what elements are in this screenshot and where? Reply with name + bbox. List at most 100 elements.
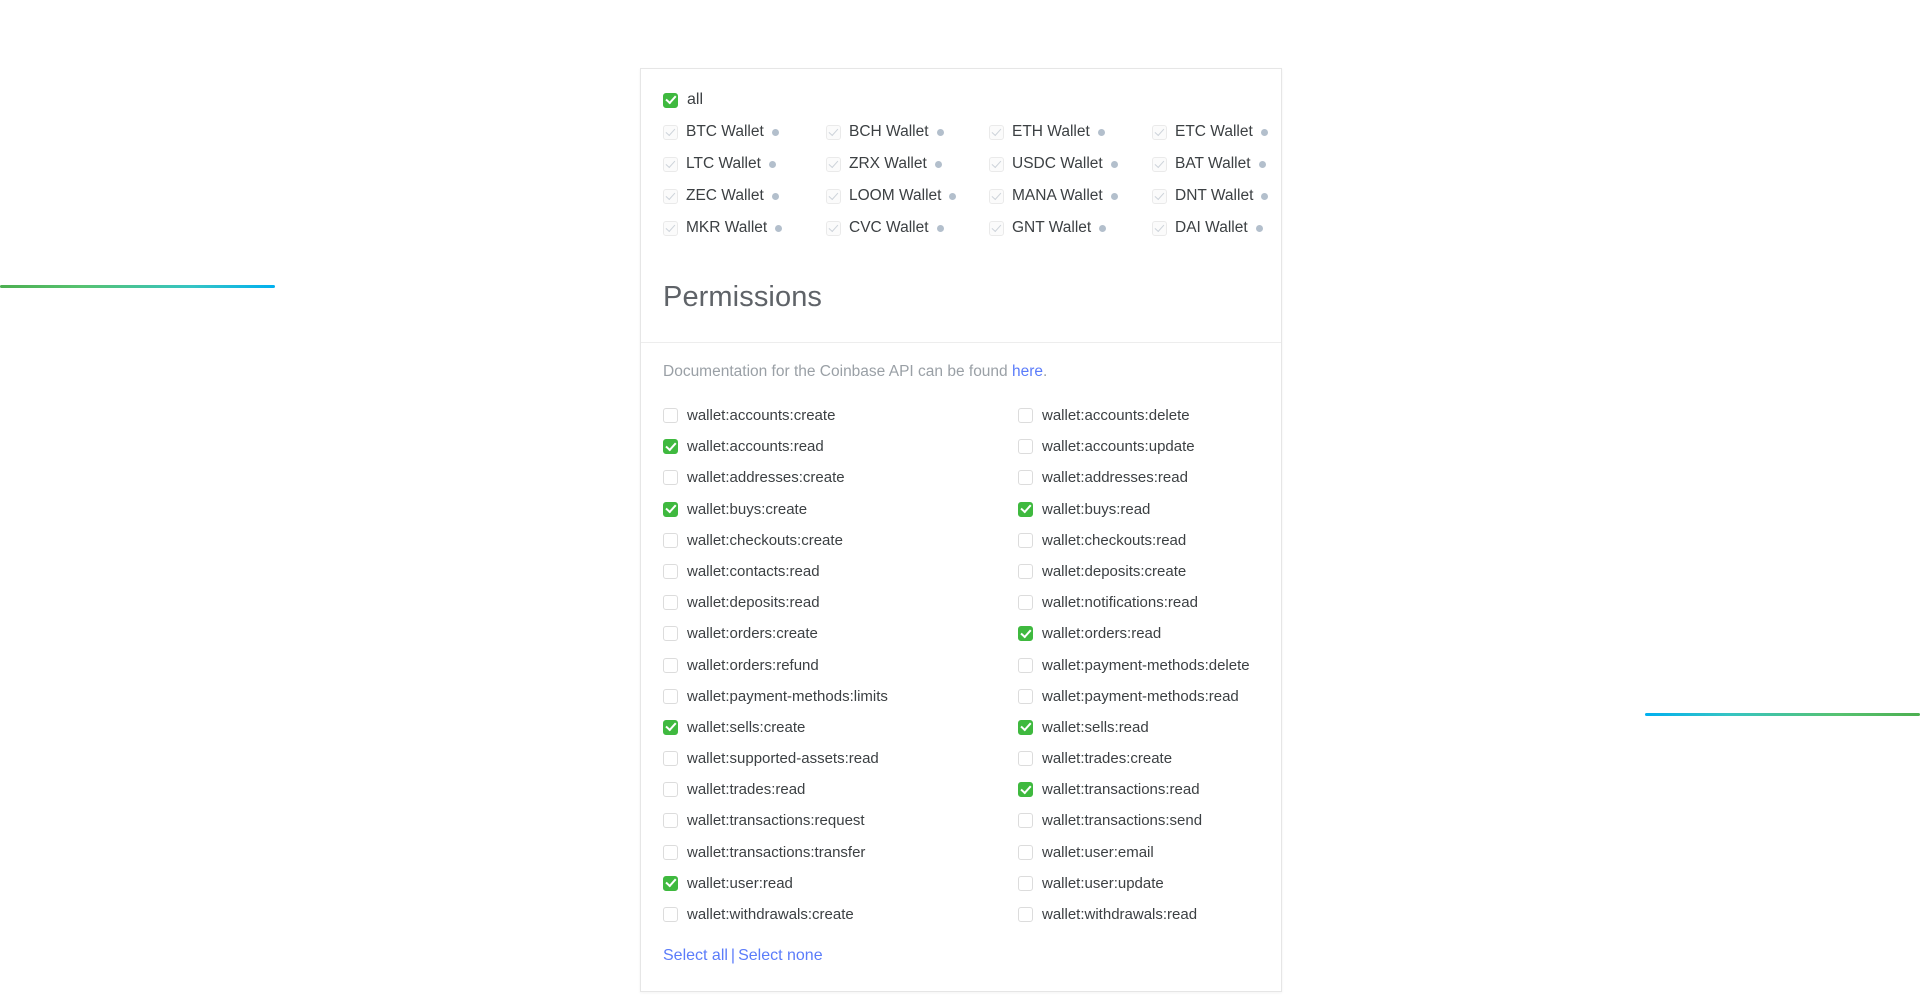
permission-checkbox[interactable] — [663, 563, 678, 579]
permission-item[interactable]: wallet:payment-methods:delete — [1018, 657, 1259, 674]
permission-item[interactable]: wallet:buys:create — [663, 501, 1018, 518]
permission-checkbox[interactable] — [663, 470, 678, 486]
permission-checkbox[interactable] — [1018, 532, 1033, 548]
permission-checkbox[interactable] — [663, 751, 678, 767]
permission-checkbox[interactable] — [663, 782, 678, 798]
permission-item[interactable]: wallet:orders:refund — [663, 657, 1018, 674]
permission-checkbox[interactable] — [1018, 751, 1033, 767]
permission-item[interactable]: wallet:orders:create — [663, 625, 1018, 642]
permission-item[interactable]: wallet:transactions:request — [663, 812, 1018, 829]
permission-checkbox[interactable] — [1018, 719, 1033, 735]
permission-item[interactable]: wallet:payment-methods:read — [1018, 688, 1259, 705]
permission-label: wallet:orders:create — [687, 625, 818, 643]
permission-item[interactable]: wallet:transactions:read — [1018, 781, 1259, 798]
permission-checkbox[interactable] — [1018, 688, 1033, 704]
permission-checkbox[interactable] — [663, 875, 678, 891]
permission-checkbox[interactable] — [1018, 907, 1033, 922]
permission-label: wallet:sells:create — [687, 718, 806, 736]
permission-checkbox[interactable] — [1018, 626, 1033, 642]
permission-item[interactable]: wallet:trades:read — [663, 781, 1018, 798]
select-all-link[interactable]: Select all — [663, 947, 728, 964]
permission-item[interactable]: wallet:payment-methods:limits — [663, 688, 1018, 705]
wallet-label: LTC Wallet — [686, 155, 761, 172]
permission-item[interactable]: wallet:withdrawals:create — [663, 906, 1018, 923]
permission-checkbox[interactable] — [663, 439, 678, 455]
permission-checkbox[interactable] — [1018, 408, 1033, 423]
permission-checkbox[interactable] — [663, 813, 678, 829]
permission-checkbox[interactable] — [663, 844, 678, 860]
permission-item[interactable]: wallet:sells:create — [663, 719, 1018, 736]
permission-item[interactable]: wallet:accounts:create — [663, 407, 1018, 424]
permission-checkbox[interactable] — [663, 719, 678, 735]
permission-checkbox[interactable] — [663, 657, 678, 673]
wallet-item: CVC Wallet — [826, 219, 989, 237]
permission-item[interactable]: wallet:accounts:update — [1018, 438, 1259, 455]
permission-item[interactable]: wallet:trades:create — [1018, 750, 1259, 767]
wallet-checkbox — [826, 188, 841, 204]
permission-item[interactable]: wallet:user:email — [1018, 844, 1259, 861]
permission-label: wallet:transactions:request — [687, 812, 865, 830]
permission-checkbox[interactable] — [663, 501, 678, 517]
permission-item[interactable]: wallet:checkouts:read — [1018, 532, 1259, 549]
permission-checkbox[interactable] — [1018, 782, 1033, 798]
permission-label: wallet:withdrawals:read — [1042, 906, 1198, 923]
permission-checkbox[interactable] — [663, 626, 678, 642]
wallet-status-dot-icon — [1258, 160, 1266, 168]
permission-item[interactable]: wallet:contacts:read — [663, 563, 1018, 580]
wallet-label: BAT Wallet — [1175, 155, 1251, 172]
permission-checkbox[interactable] — [663, 532, 678, 548]
permission-label: wallet:checkouts:read — [1042, 531, 1187, 549]
permission-label: wallet:withdrawals:create — [687, 906, 854, 923]
wallet-label: BTC Wallet — [686, 123, 764, 140]
permission-checkbox[interactable] — [663, 595, 678, 611]
permission-checkbox[interactable] — [663, 688, 678, 704]
permission-label: wallet:payment-methods:read — [1042, 687, 1239, 705]
wallet-label: DNT Wallet — [1175, 187, 1254, 204]
permission-item[interactable]: wallet:buys:read — [1018, 501, 1259, 518]
permission-item[interactable]: wallet:notifications:read — [1018, 594, 1259, 611]
wallet-status-dot-icon — [1099, 224, 1107, 232]
permission-item[interactable]: wallet:orders:read — [1018, 625, 1259, 642]
select-none-link[interactable]: Select none — [738, 947, 823, 964]
wallet-label: ETH Wallet — [1012, 123, 1090, 140]
permission-item[interactable]: wallet:addresses:create — [663, 469, 1018, 486]
permission-label: wallet:addresses:read — [1042, 469, 1188, 487]
permission-checkbox[interactable] — [1018, 813, 1033, 829]
wallet-item: DAI Wallet — [1152, 219, 1315, 237]
permission-checkbox[interactable] — [1018, 875, 1033, 891]
permission-checkbox[interactable] — [663, 408, 678, 423]
permission-item[interactable]: wallet:withdrawals:read — [1018, 906, 1259, 923]
wallet-item: LTC Wallet — [663, 155, 826, 173]
permission-checkbox[interactable] — [1018, 501, 1033, 517]
documentation-link[interactable]: here — [1012, 363, 1043, 380]
wallet-checkbox — [663, 124, 678, 140]
permission-checkbox[interactable] — [663, 907, 678, 922]
permission-checkbox[interactable] — [1018, 470, 1033, 486]
permission-item[interactable]: wallet:accounts:delete — [1018, 407, 1259, 424]
permission-item[interactable]: wallet:supported-assets:read — [663, 750, 1018, 767]
permission-item[interactable]: wallet:accounts:read — [663, 438, 1018, 455]
wallet-item: ETH Wallet — [989, 123, 1152, 141]
permission-item[interactable]: wallet:transactions:send — [1018, 812, 1259, 829]
permission-item[interactable]: wallet:deposits:read — [663, 594, 1018, 611]
wallet-all-checkbox[interactable] — [663, 92, 678, 108]
permission-checkbox[interactable] — [1018, 844, 1033, 860]
permission-checkbox[interactable] — [1018, 595, 1033, 611]
permission-item[interactable]: wallet:deposits:create — [1018, 563, 1259, 580]
permission-item[interactable]: wallet:user:update — [1018, 875, 1259, 892]
wallet-item: ETC Wallet — [1152, 123, 1315, 141]
permission-item[interactable]: wallet:checkouts:create — [663, 532, 1018, 549]
permission-checkbox[interactable] — [1018, 439, 1033, 455]
wallet-all-row[interactable]: all — [663, 91, 1259, 109]
permission-item[interactable]: wallet:transactions:transfer — [663, 844, 1018, 861]
wallet-item: DNT Wallet — [1152, 187, 1315, 205]
permission-checkbox[interactable] — [1018, 657, 1033, 673]
wallet-item: ZRX Wallet — [826, 155, 989, 173]
permission-label: wallet:contacts:read — [687, 562, 820, 580]
permission-item[interactable]: wallet:sells:read — [1018, 719, 1259, 736]
permission-label: wallet:accounts:create — [687, 407, 836, 424]
documentation-text: Documentation for the Coinbase API can b… — [663, 363, 1012, 380]
permission-item[interactable]: wallet:user:read — [663, 875, 1018, 892]
permission-checkbox[interactable] — [1018, 563, 1033, 579]
permission-item[interactable]: wallet:addresses:read — [1018, 469, 1259, 486]
